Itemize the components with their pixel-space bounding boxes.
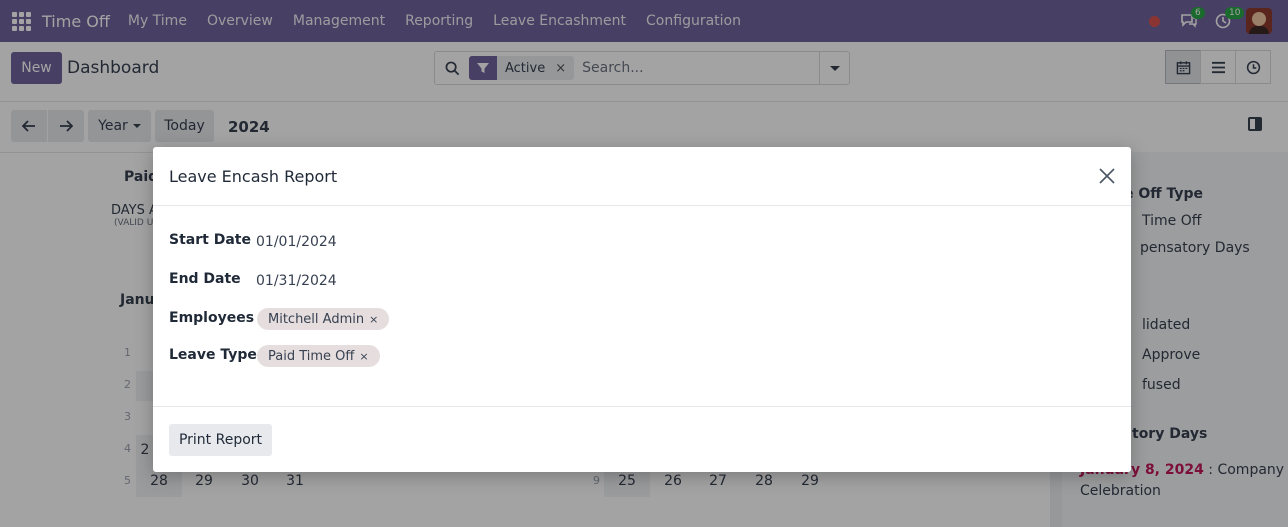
end-date-label: End Date [169,271,241,287]
close-icon[interactable] [1097,166,1117,186]
tag-remove-icon[interactable]: × [369,313,378,326]
employee-tag-label: Mitchell Admin [268,311,365,327]
start-date-field[interactable]: 01/01/2024 [256,234,337,250]
print-report-button[interactable]: Print Report [169,424,272,456]
modal-header: Leave Encash Report [153,147,1131,206]
employees-label: Employees [169,310,255,326]
modal-footer: Print Report [153,406,1131,472]
leave-type-label: Leave Type [169,347,257,363]
leave-type-tag-label: Paid Time Off [268,348,355,364]
end-date-field[interactable]: 01/31/2024 [256,273,337,289]
modal-body: Start Date 01/01/2024 End Date 01/31/202… [153,207,1131,406]
modal-title: Leave Encash Report [169,167,338,186]
start-date-label: Start Date [169,232,251,248]
leave-encash-report-dialog: Leave Encash Report Start Date 01/01/202… [153,147,1131,472]
tag-remove-icon[interactable]: × [359,350,368,363]
employee-tag: Mitchell Admin × [257,308,390,330]
leave-type-tag: Paid Time Off × [257,345,380,367]
